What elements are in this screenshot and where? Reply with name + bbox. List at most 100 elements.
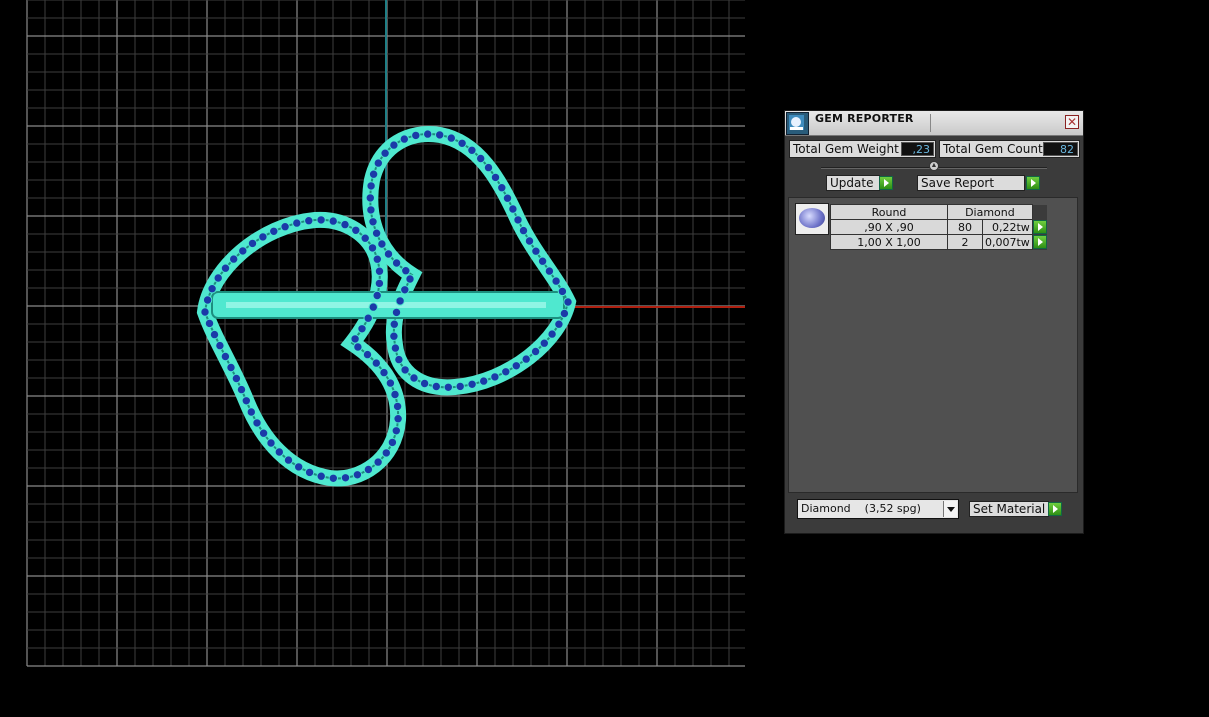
gem-stone [274,447,284,457]
gem-stone [363,313,373,323]
gem-stone [483,162,494,173]
gem-stone [226,362,236,373]
gem-stone [559,308,570,319]
gem-stone [352,470,363,480]
gem-stone [316,215,326,225]
header-shape: Round [830,204,948,220]
gem-stone [392,401,403,412]
gem-stone [530,346,541,357]
gem-stone [390,343,401,353]
set-material-button[interactable]: Set Material [969,501,1049,517]
gem-stone [393,414,403,424]
gem-stone [340,219,350,230]
gem-weight: 0,22tw [982,219,1033,235]
gem-stone [443,382,453,392]
gem-stone [387,437,398,448]
gem-stone [377,239,387,249]
gem-stone [258,428,269,438]
update-go-icon[interactable] [879,176,893,190]
row-go-icon[interactable] [1032,235,1047,249]
gem-stone [521,354,531,364]
gem-stone [431,381,441,392]
viewport-canvas[interactable] [0,0,760,712]
gem-stone [269,226,279,237]
gem-stone [400,365,410,375]
gem-stone [551,276,561,286]
gem-stone [200,307,210,317]
viewport[interactable] [0,0,760,712]
gem-stone [563,297,573,307]
close-icon[interactable]: ✕ [1065,115,1079,129]
gem-stone [304,467,315,478]
gem-stone [366,205,376,215]
gem-stone [353,342,363,352]
gem-stone [371,228,382,238]
header-material: Diamond [947,204,1033,220]
gem-stone [557,286,568,297]
gem-table: Round Diamond ,90 X ,90 80 0,22tw 1,00 X… [830,204,1048,250]
gem-stone [539,338,549,348]
panel-titlebar[interactable]: GEM REPORTER ✕ [785,111,1083,136]
material-select-value: Diamond (3,52 spg) [801,502,921,515]
gem-stone [213,273,223,283]
panel-title: GEM REPORTER [815,112,914,125]
titlebar-divider [930,114,931,132]
gem-stone [490,372,500,382]
round-gem-thumbnail[interactable] [795,203,829,235]
gem-stone [409,373,419,383]
gem-stone [372,254,382,264]
table-row[interactable]: ,90 X ,90 80 0,22tw [830,219,1048,235]
row-go-icon[interactable] [1032,220,1047,234]
save-report-go-icon[interactable] [1026,176,1040,190]
gem-stone [389,140,399,150]
gem-stone [365,193,375,203]
gem-stone [531,246,541,256]
total-gem-weight-field: Total Gem Weight ,23 [789,140,936,158]
gem-stone [363,464,374,475]
gem-stone [391,307,402,318]
gem-stone [497,183,507,193]
update-button[interactable]: Update [826,175,880,191]
gem-stone [385,378,396,388]
gem-stone [294,462,304,472]
set-material-go-icon[interactable] [1048,502,1062,516]
gem-stone [220,351,231,362]
gem-stone [204,318,215,329]
gem-stone [202,295,213,305]
gem-stone [389,331,399,341]
gem-stone [220,263,231,273]
gem-stone [241,396,252,406]
ring-shank-highlight [226,302,546,308]
gem-stone [467,379,477,389]
total-gem-weight-value: ,23 [901,142,934,156]
gem-stone [258,232,268,242]
gem-stone [371,358,381,368]
update-label: Update [830,176,874,190]
gem-stone [405,274,415,284]
table-row[interactable]: 1,00 X 1,00 2 0,007tw [830,234,1048,250]
gem-stone [362,349,373,360]
header-spacer [1032,204,1048,220]
gem-stone [360,233,370,243]
gem-stone [316,471,326,481]
material-select[interactable]: Diamond (3,52 spg) [797,499,959,519]
gem-stone [351,225,361,236]
gem-stone [389,319,399,329]
save-report-button[interactable]: Save Report [917,175,1025,191]
gem-stone [395,296,405,306]
gem-stone [544,266,555,276]
gem-stone [373,158,383,168]
gem-stone [501,367,511,377]
gem-stone [423,129,433,139]
gem-stone [391,426,401,436]
panel-slider-knob[interactable]: ▲ [929,161,939,171]
gem-stone [400,285,410,295]
gem-stone [209,329,220,340]
gem-stone [368,169,379,179]
gem-stone [280,222,290,232]
gem-stone [380,148,390,158]
gem-stone [379,367,389,378]
gem-stone [457,138,467,149]
chevron-down-icon[interactable] [943,501,957,517]
gem-stone [508,204,518,214]
